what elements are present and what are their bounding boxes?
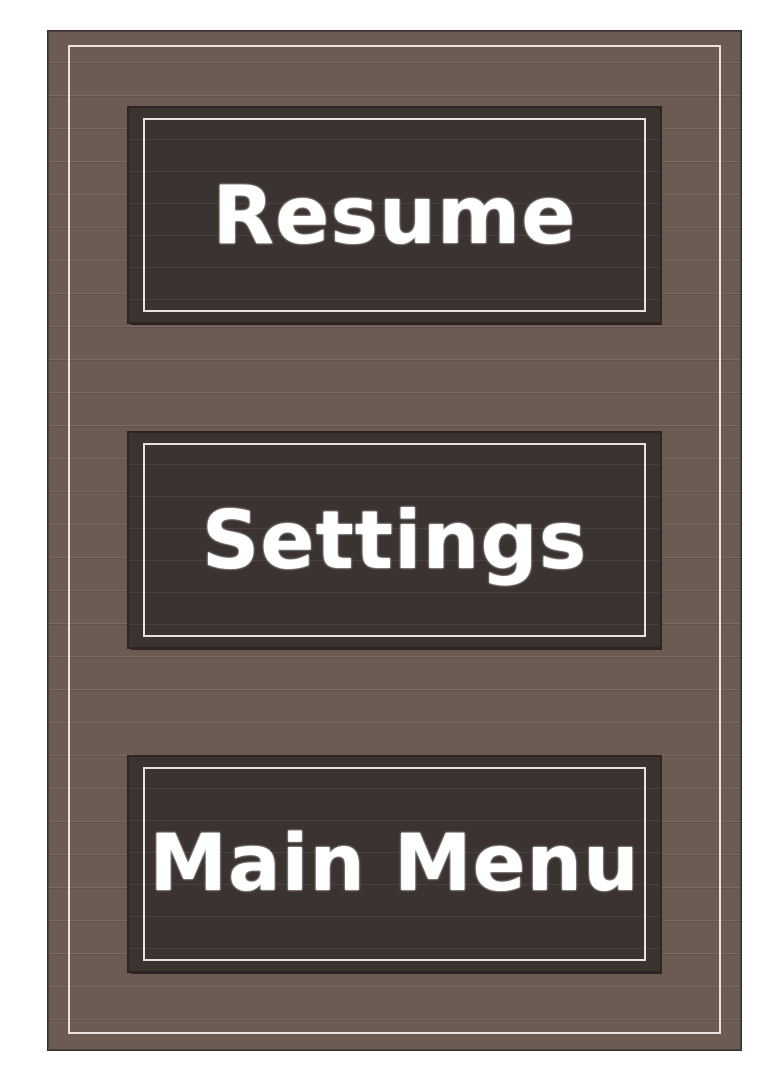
main-menu-button-label: Main Menu (149, 819, 640, 909)
game-screen: Resume Settings Main Menu (0, 0, 780, 1080)
settings-button[interactable]: Settings (129, 433, 660, 647)
resume-button-label: Resume (212, 168, 577, 262)
resume-button[interactable]: Resume (129, 108, 660, 322)
main-menu-button[interactable]: Main Menu (129, 757, 660, 971)
settings-button-label: Settings (201, 493, 588, 587)
pause-menu-panel: Resume Settings Main Menu (48, 31, 741, 1050)
